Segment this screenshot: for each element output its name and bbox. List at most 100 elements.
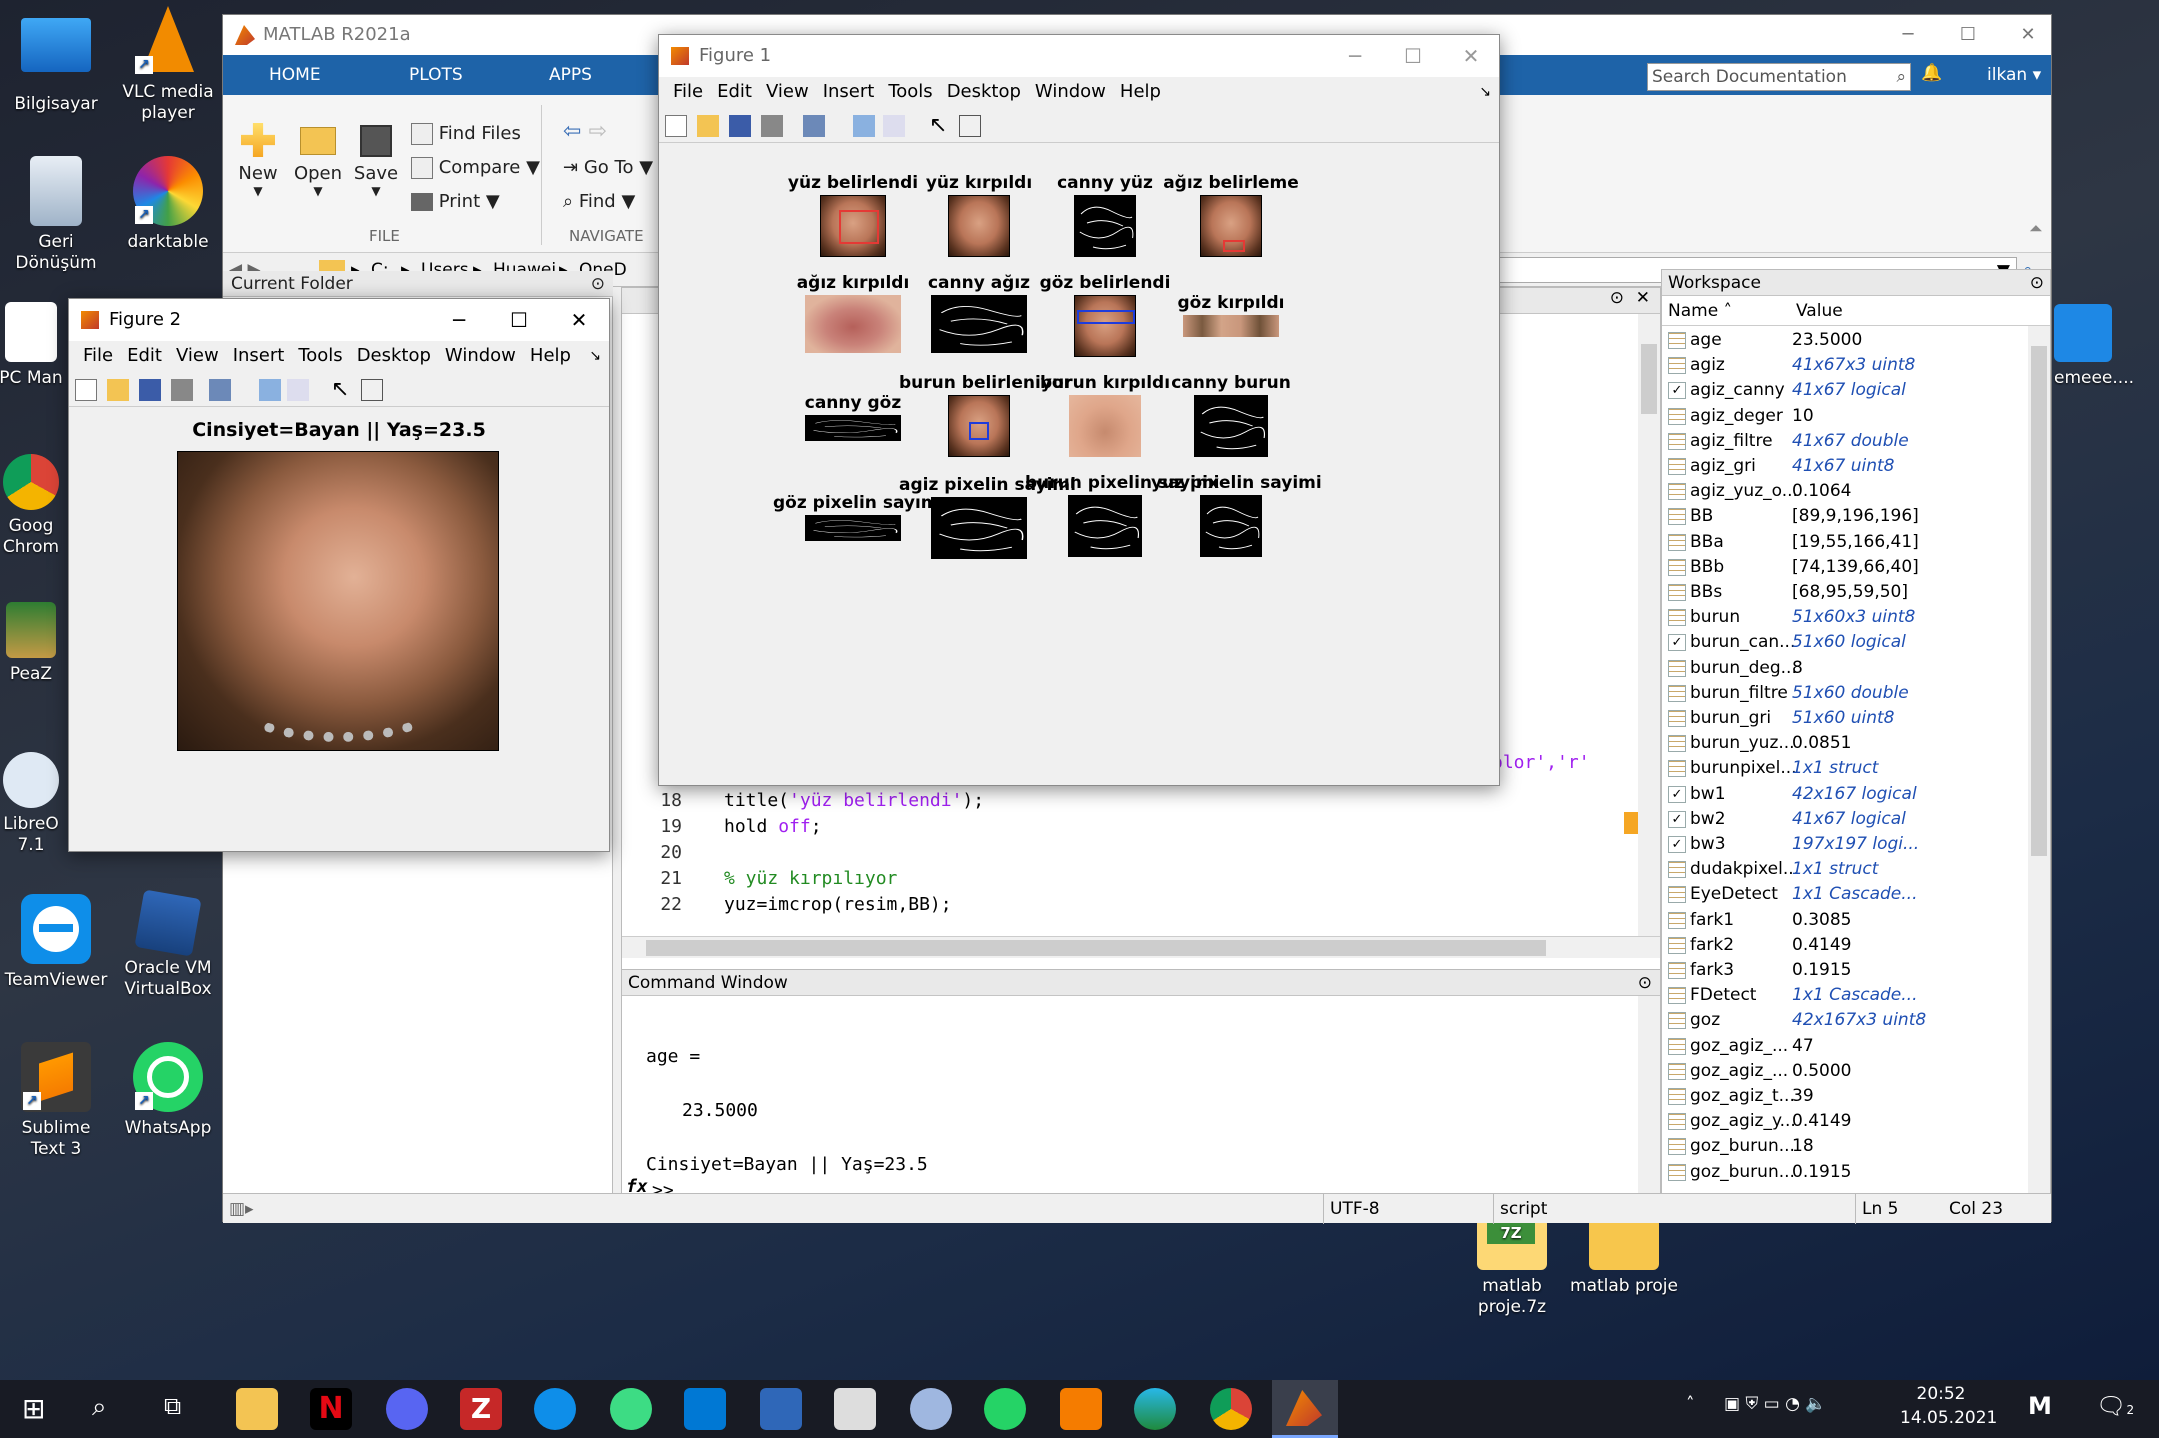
- workspace-row[interactable]: ✓ bw1 42x167 logical: [1662, 782, 2022, 807]
- edge-icon[interactable]: [1134, 1388, 1176, 1430]
- tab-plots[interactable]: PLOTS: [409, 55, 463, 95]
- workspace-row[interactable]: ✓ bw2 41x67 logical: [1662, 807, 2022, 832]
- open-file-icon[interactable]: [697, 115, 719, 137]
- workspace-row[interactable]: dudakpixel... 1x1 struct: [1662, 857, 2022, 882]
- code-line-19[interactable]: hold off;: [724, 816, 822, 837]
- windows-start-icon[interactable]: ⊞: [22, 1392, 45, 1425]
- collapse-ribbon-icon[interactable]: ⏶: [2029, 219, 2043, 239]
- desktop-icon-sublime[interactable]: ↗ Sublime Text 3: [2, 1042, 110, 1160]
- file-explorer-icon[interactable]: [236, 1388, 278, 1430]
- workspace-row[interactable]: BB [89,9,196,196]: [1662, 504, 2022, 529]
- command-window[interactable]: Command Window ⊙ age = 23.5000 Cinsiyet=B…: [621, 969, 1661, 1203]
- workspace-row[interactable]: agiz_filtre 41x67 double: [1662, 429, 2022, 454]
- print-button[interactable]: Print ▼: [411, 191, 500, 212]
- filezilla-icon[interactable]: Z: [460, 1388, 502, 1430]
- workspace-row[interactable]: burun 51x60x3 uint8: [1662, 605, 2022, 630]
- desktop-icon-recycle-bin[interactable]: Geri Dönüşüm: [2, 156, 110, 274]
- clock-date[interactable]: 14.05.2021: [1900, 1408, 1997, 1428]
- clock-time[interactable]: 20:52: [1906, 1384, 1976, 1404]
- workspace-row[interactable]: goz_agiz_t... 39: [1662, 1084, 2022, 1109]
- workspace-row[interactable]: ✓ bw3 197x197 logi...: [1662, 832, 2022, 857]
- workspace-row[interactable]: goz_burun... 18: [1662, 1134, 2022, 1159]
- warning-marker[interactable]: [1624, 812, 1638, 834]
- open-button[interactable]: Open ▼: [291, 123, 345, 198]
- workspace-row[interactable]: EyeDetect 1x1 Cascade...: [1662, 882, 2022, 907]
- desktop-icon-peazip[interactable]: PeaZ: [0, 602, 66, 685]
- dock-arrow-icon[interactable]: ↘: [1479, 77, 1491, 107]
- menu-tools[interactable]: Tools: [298, 345, 342, 366]
- bell-icon[interactable]: 🔔: [1921, 63, 1942, 83]
- close-icon[interactable]: ✕: [1636, 288, 1650, 308]
- menu-window[interactable]: Window: [445, 345, 516, 366]
- teamviewer-icon[interactable]: [534, 1388, 576, 1430]
- workspace-row[interactable]: BBb [74,139,66,40]: [1662, 555, 2022, 580]
- workspace-row[interactable]: BBa [19,55,166,41]: [1662, 530, 2022, 555]
- panel-menu-icon[interactable]: ⊙: [591, 271, 605, 297]
- close-button[interactable]: ✕: [549, 299, 609, 341]
- workspace-row[interactable]: goz_burun... 0.1915: [1662, 1160, 2022, 1185]
- netflix-icon[interactable]: N: [310, 1388, 352, 1430]
- search-icon[interactable]: ⌕: [92, 1392, 107, 1423]
- tray-icons[interactable]: ▣ ⛨ ▭ ◔ 🔈: [1724, 1394, 1827, 1414]
- desktop-icon-virtualbox[interactable]: Oracle VM VirtualBox: [114, 889, 222, 1000]
- menu-window[interactable]: Window: [1035, 81, 1106, 102]
- workspace-row[interactable]: ✓ agiz_canny 41x67 logical: [1662, 378, 2022, 403]
- colorbar-icon[interactable]: [259, 379, 281, 401]
- scrollbar-thumb[interactable]: [1641, 344, 1657, 414]
- minimize-button[interactable]: ─: [1883, 15, 1933, 55]
- menu-desktop[interactable]: Desktop: [947, 81, 1021, 102]
- menu-file[interactable]: File: [673, 81, 703, 102]
- panel-menu-icon[interactable]: ⊙: [2030, 270, 2044, 296]
- new-figure-icon[interactable]: [75, 379, 97, 401]
- notifications-icon[interactable]: 🗨2: [2096, 1392, 2134, 1420]
- desktop-icon-image[interactable]: emeee....: [2054, 304, 2158, 389]
- menu-help[interactable]: Help: [530, 345, 571, 366]
- tab-home[interactable]: HOME: [269, 55, 321, 95]
- menu-help[interactable]: Help: [1120, 81, 1161, 102]
- menu-view[interactable]: View: [176, 345, 219, 366]
- menu-insert[interactable]: Insert: [233, 345, 285, 366]
- workspace-row[interactable]: fark3 0.1915: [1662, 958, 2022, 983]
- workspace-row[interactable]: burun_filtre 51x60 double: [1662, 681, 2022, 706]
- menu-tools[interactable]: Tools: [888, 81, 932, 102]
- maximize-button[interactable]: ☐: [489, 299, 549, 341]
- chrome-icon[interactable]: [1210, 1388, 1252, 1430]
- desktop-icon-chrome[interactable]: Goog Chrom: [0, 454, 66, 558]
- chevron-up-icon[interactable]: ˄: [1686, 1394, 1695, 1414]
- scrollbar-thumb[interactable]: [646, 940, 1546, 956]
- desktop-icon-teamviewer[interactable]: TeamViewer: [2, 894, 110, 991]
- minimize-button[interactable]: ─: [429, 299, 489, 341]
- desktop-icon-vlc[interactable]: ↗ VLC media player: [114, 6, 222, 124]
- legend-icon[interactable]: [883, 115, 905, 137]
- workspace-row[interactable]: agiz 41x67x3 uint8: [1662, 353, 2022, 378]
- discord-icon[interactable]: [386, 1388, 428, 1430]
- value-column-header[interactable]: Value: [1796, 296, 1843, 326]
- pc-manager-tray-icon[interactable]: M: [2028, 1392, 2052, 1420]
- workspace-row[interactable]: goz_agiz_... 0.5000: [1662, 1059, 2022, 1084]
- sql-server-icon[interactable]: [834, 1388, 876, 1430]
- workspace-row[interactable]: ✓ burun_can... 51x60 logical: [1662, 630, 2022, 655]
- menu-desktop[interactable]: Desktop: [357, 345, 431, 366]
- matlab-taskbar-button[interactable]: [1272, 1380, 1338, 1438]
- panel-menu-icon[interactable]: ⊙: [1610, 288, 1624, 308]
- virtualbox-icon[interactable]: [760, 1388, 802, 1430]
- vertical-scrollbar[interactable]: [2028, 326, 2050, 1202]
- print-figure-icon[interactable]: [171, 379, 193, 401]
- workspace-row[interactable]: agiz_yuz_o... 0.1064: [1662, 479, 2022, 504]
- desktop-icon-whatsapp[interactable]: ↗ WhatsApp: [114, 1042, 222, 1139]
- menu-view[interactable]: View: [766, 81, 809, 102]
- horizontal-scrollbar[interactable]: [622, 936, 1660, 958]
- property-inspector-icon[interactable]: [361, 379, 383, 401]
- sublime-text-icon[interactable]: [1060, 1388, 1102, 1430]
- workspace-row[interactable]: agiz_gri 41x67 uint8: [1662, 454, 2022, 479]
- goto-button[interactable]: ⇥ Go To ▼: [563, 157, 653, 178]
- vertical-scrollbar[interactable]: [1638, 996, 1660, 1202]
- panel-menu-icon[interactable]: ⊙: [1638, 970, 1652, 996]
- link-plot-icon[interactable]: [209, 379, 231, 401]
- workspace-row[interactable]: age 23.5000: [1662, 328, 2022, 353]
- whatsapp-icon[interactable]: [984, 1388, 1026, 1430]
- desktop-icon-computer[interactable]: Bilgisayar: [2, 10, 110, 115]
- workspace-row[interactable]: fark2 0.4149: [1662, 933, 2022, 958]
- back-arrow-icon[interactable]: ⇦ ⇨: [563, 119, 607, 144]
- code-line-22[interactable]: yuz=imcrop(resim,BB);: [724, 894, 952, 915]
